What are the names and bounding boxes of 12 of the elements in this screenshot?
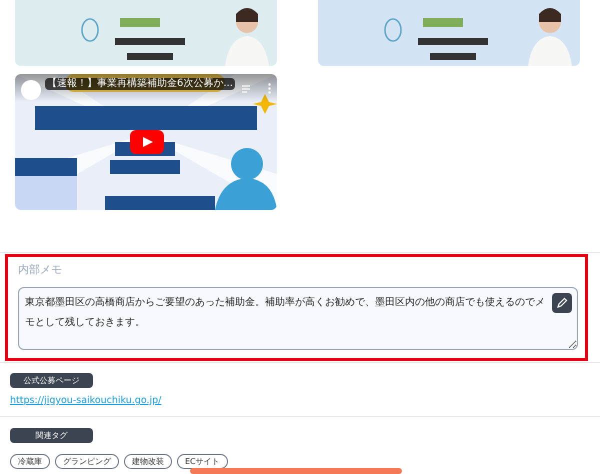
- tag-chip[interactable]: 冷蔵庫: [10, 454, 50, 470]
- field-label: 内部メモ: [18, 263, 63, 277]
- more-icon[interactable]: [268, 83, 271, 94]
- video-title[interactable]: 【速報！】事業再構築補助金6次公募か...: [45, 78, 235, 90]
- section-heading: 関連タグ: [10, 428, 93, 444]
- section-heading: 公式公募ページ: [10, 373, 93, 388]
- playlist-icon[interactable]: [242, 84, 252, 94]
- play-button[interactable]: [130, 130, 164, 154]
- memo-field[interactable]: 東京都墨田区の高橋商店からご要望のあった補助金。補助率が高くお勧めで、墨田区内の他の商店でも使えるのでメモとして残しておきます。: [18, 287, 578, 350]
- tag-chip[interactable]: 建物改装: [124, 454, 172, 470]
- edit-icon[interactable]: [552, 293, 572, 313]
- tag-chip[interactable]: グランピング: [55, 454, 119, 470]
